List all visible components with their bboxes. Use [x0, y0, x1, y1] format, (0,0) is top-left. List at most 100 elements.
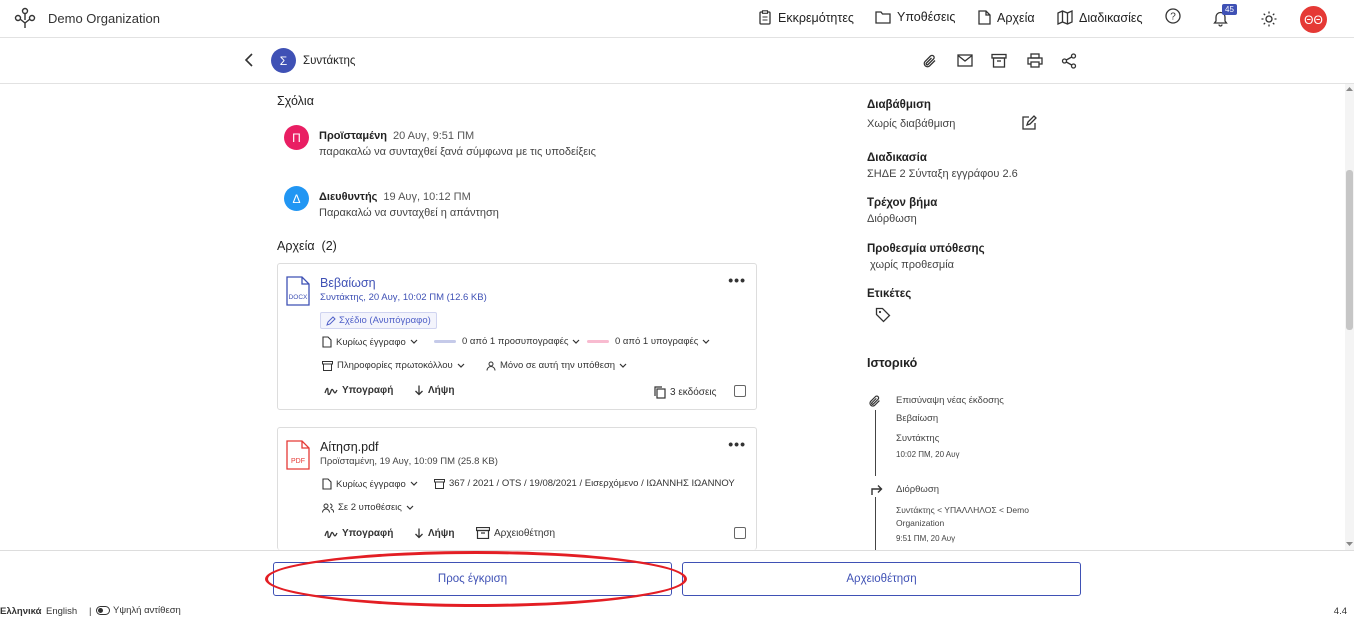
scroll-down-icon[interactable]	[1346, 542, 1353, 547]
download-action-label: Λήψη	[428, 385, 455, 396]
file-name-link[interactable]: Βεβαίωση	[320, 276, 376, 290]
nav-processes[interactable]: Διαδικασίες	[1057, 10, 1143, 25]
doc-icon	[322, 478, 332, 490]
archive-action-label: Αρχειοθέτηση	[494, 527, 556, 539]
file-meta: Προϊσταμένη, 19 Αυγ, 10:09 ΠΜ (25.8 KB)	[320, 456, 498, 467]
classification-value: Χωρίς διαβάθμιση	[867, 118, 956, 130]
scroll-up-icon[interactable]	[1346, 86, 1353, 91]
copy-icon	[654, 386, 666, 399]
pdf-file-icon: PDF	[286, 440, 310, 470]
notification-badge: 45	[1222, 4, 1237, 15]
sign-label: 0 από 1 υπογραφές	[615, 336, 699, 347]
nav-pending-label: Εκκρεμότητες	[778, 10, 854, 25]
comment-header: Διευθυντής 19 Αυγ, 10:12 ΠΜ	[319, 191, 471, 203]
chevron-down-icon	[573, 339, 580, 344]
back-arrow-icon[interactable]	[244, 53, 254, 67]
attach-icon[interactable]	[922, 53, 938, 69]
history-time: 10:02 ΠΜ, 20 Αυγ	[896, 450, 960, 459]
scope-label: Μόνο σε αυτή την υπόθεση	[500, 360, 616, 371]
mail-icon[interactable]	[957, 54, 973, 67]
file-card: PDF Αίτηση.pdf Προϊσταμένη, 19 Αυγ, 10:0…	[277, 427, 757, 550]
history-actor: Συντάκτης < ΥΠΑΛΛΗΛΟΣ < Demo	[896, 505, 1029, 515]
history-detail: Βεβαίωση	[896, 413, 939, 424]
user-avatar[interactable]: ΘΘ	[1300, 6, 1327, 33]
history-timeline	[875, 410, 876, 476]
archive-file-button[interactable]: Αρχειοθέτηση	[476, 527, 555, 539]
comment-avatar: Δ	[284, 186, 309, 211]
file-meta: Συντάκτης, 20 Αυγ, 10:02 ΠΜ (12.6 KB)	[320, 292, 487, 303]
deadline-label: Προθεσμία υπόθεσης	[867, 243, 985, 255]
print-icon[interactable]	[1027, 53, 1043, 68]
protocol-info[interactable]: 367 / 2021 / OTS / 19/08/2021 / Εισερχόμ…	[434, 478, 735, 489]
help-icon[interactable]: ?	[1165, 8, 1181, 24]
file-icon	[978, 10, 991, 25]
lang-greek[interactable]: Ελληνικά	[0, 606, 41, 617]
org-switcher[interactable]: Demo Organization	[14, 6, 160, 30]
lang-english[interactable]: English	[46, 606, 77, 617]
attach-icon	[869, 395, 880, 407]
versions-button[interactable]: 3 εκδόσεις	[654, 386, 716, 399]
comment-time: 20 Αυγ, 9:51 ΠΜ	[392, 130, 475, 142]
edit-icon[interactable]	[1021, 115, 1037, 131]
file-card: DOCX Βεβαίωση Συντάκτης, 20 Αυγ, 10:02 Π…	[277, 263, 757, 410]
protocol-info-dropdown[interactable]: Πληροφορίες πρωτοκόλλου	[322, 360, 469, 371]
tag-icon[interactable]	[875, 307, 891, 323]
sign-button[interactable]: Υπογραφή	[324, 385, 393, 396]
pre-sign-dropdown[interactable]: 0 από 1 προσυπογραφές	[434, 336, 584, 347]
scope-dropdown[interactable]: Μόνο σε αυτή την υπόθεση	[486, 360, 631, 371]
theme-sun-icon[interactable]	[1261, 11, 1277, 27]
more-options-icon[interactable]: •••	[728, 436, 746, 452]
action-bar	[0, 550, 1354, 602]
footer: Ελληνικά English | Υψηλή αντίθεση 4.4	[0, 602, 1354, 625]
file-select-checkbox[interactable]	[734, 385, 746, 397]
sign-dropdown[interactable]: 0 από 1 υπογραφές	[587, 336, 714, 347]
chevron-down-icon	[406, 505, 414, 510]
comment-author: Προϊσταμένη	[319, 130, 387, 142]
nav-pending[interactable]: Εκκρεμότητες	[758, 10, 854, 25]
high-contrast-toggle[interactable]: Υψηλή αντίθεση	[96, 605, 181, 616]
main-doc-dropdown[interactable]: Κυρίως έγγραφο	[322, 336, 422, 348]
comment-time: 19 Αυγ, 10:12 ΠΜ	[383, 191, 471, 203]
versions-label: 3 εκδόσεις	[670, 387, 717, 398]
process-label: Διαδικασία	[867, 152, 927, 164]
download-button[interactable]: Λήψη	[414, 528, 454, 539]
more-options-icon[interactable]: •••	[728, 272, 746, 288]
file-name-link[interactable]: Αίτηση.pdf	[320, 440, 379, 454]
scope-dropdown[interactable]: Σε 2 υποθέσεις	[322, 502, 418, 513]
deadline-value: χωρίς προθεσμία	[870, 259, 955, 271]
history-action: Επισύναψη νέας έκδοσης	[896, 395, 1004, 406]
sign-action-label: Υπογραφή	[342, 385, 394, 396]
download-button[interactable]: Λήψη	[414, 385, 454, 396]
forward-arrow-icon	[871, 485, 883, 495]
file-select-checkbox[interactable]	[734, 527, 746, 539]
main-doc-dropdown[interactable]: Κυρίως έγγραφο	[322, 478, 422, 490]
share-icon[interactable]	[1061, 53, 1077, 69]
pencil-icon	[326, 315, 336, 326]
archive-button[interactable]: Αρχειοθέτηση	[682, 562, 1081, 596]
scrollbar-thumb[interactable]	[1346, 170, 1353, 330]
download-icon	[415, 385, 423, 396]
org-name: Demo Organization	[48, 10, 160, 26]
sign-action-label: Υπογραφή	[342, 528, 394, 539]
top-bar: Demo Organization Εκκρεμότητες Υποθέσεις…	[0, 0, 1354, 38]
comments-title: Σχόλια	[277, 94, 314, 108]
docx-file-icon: DOCX	[286, 276, 310, 306]
process-value: ΣΗΔΕ 2 Σύνταξη εγγράφου 2.6	[867, 168, 1018, 180]
files-title: Αρχεία (2)	[277, 239, 337, 253]
download-icon	[415, 528, 423, 539]
nav-cases[interactable]: Υποθέσεις	[875, 10, 955, 24]
tags-label: Ετικέτες	[867, 288, 912, 300]
main-doc-label: Κυρίως έγγραφο	[336, 478, 406, 490]
archive-box-icon	[476, 527, 490, 539]
svg-text:?: ?	[1170, 12, 1176, 23]
clipboard-icon	[759, 10, 771, 25]
nav-files[interactable]: Αρχεία	[978, 10, 1035, 25]
signature-icon	[324, 530, 338, 538]
archive-box-icon[interactable]	[991, 53, 1007, 68]
sign-button[interactable]: Υπογραφή	[324, 528, 393, 539]
send-for-approval-button[interactable]: Προς έγκριση	[273, 562, 672, 596]
history-timeline	[875, 497, 876, 550]
step-label: Τρέχον βήμα	[867, 197, 938, 209]
comment-text: παρακαλώ να συνταχθεί ξανά σύμφωνα με τι…	[319, 146, 596, 158]
chevron-down-icon	[457, 363, 465, 368]
